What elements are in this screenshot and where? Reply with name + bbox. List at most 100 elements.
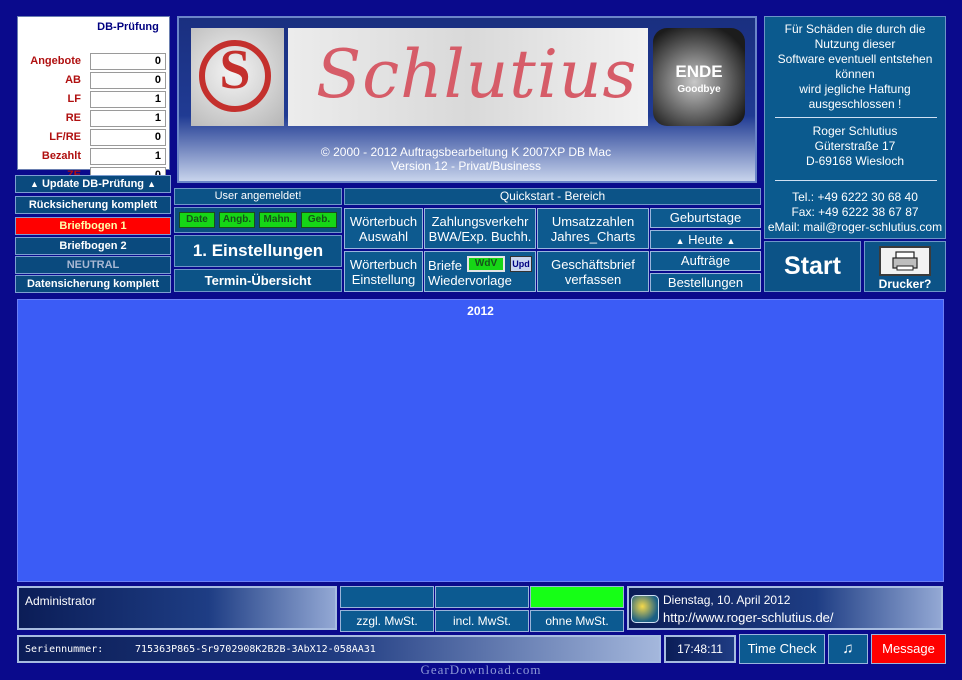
- zzgl-mwst-field[interactable]: zzgl. MwSt.: [340, 586, 434, 632]
- disclaimer-line: Nutzung dieser: [814, 37, 896, 51]
- db-row-bezahlt: Bezahlt 1: [18, 148, 171, 166]
- zahlungsverkehr-line: Zahlungsverkehr: [431, 214, 529, 229]
- logo-letter: S: [219, 39, 251, 101]
- woerterbuch-auswahl-button[interactable]: Wörterbuch Auswahl: [344, 208, 423, 249]
- wiedervorlage-label: Wiedervorlage: [428, 273, 512, 288]
- info-panel: Für Schäden die durch die Nutzung dieser…: [764, 16, 946, 239]
- arrow-up-icon: ▲: [675, 236, 685, 246]
- speaker-icon: ♫: [842, 640, 854, 657]
- disclaimer-line: können: [835, 67, 875, 81]
- briefbogen-2-button[interactable]: Briefbogen 2: [15, 237, 171, 255]
- copyright-text: © 2000 - 2012 Auftragsbearbeitung K 2007…: [181, 145, 751, 173]
- geschaeftsbrief-line: Geschäftsbrief: [551, 257, 635, 272]
- db-row-value: 0: [90, 129, 166, 146]
- geschaeftsbrief-button[interactable]: Geschäftsbrief verfassen: [537, 251, 649, 292]
- db-row-lf-re: LF/RE 0: [18, 129, 171, 147]
- main-area[interactable]: 2012: [17, 299, 944, 582]
- upd-button[interactable]: Upd: [510, 256, 532, 272]
- divider: [775, 117, 937, 118]
- ohne-mwst-label[interactable]: ohne MwSt.: [530, 610, 624, 632]
- datensicherung-button[interactable]: Datensicherung komplett: [15, 275, 171, 293]
- woerterbuch-einstellung-button[interactable]: Wörterbuch Einstellung: [344, 251, 423, 292]
- clock: 17:48:11: [664, 635, 736, 663]
- db-row-value: 1: [90, 110, 166, 127]
- db-row-label: Angebote: [30, 55, 81, 67]
- copyright-line-2: Version 12 - Privat/Business: [390, 159, 542, 173]
- date-text: Dienstag, 10. April 2012: [663, 593, 791, 607]
- address-text: Roger Schlutius Güterstraße 17 D-69168 W…: [765, 124, 945, 169]
- angebote-indicator[interactable]: Angb.: [219, 212, 255, 228]
- db-row-value: 0: [90, 53, 166, 70]
- disclaimer-line: Für Schäden die durch die: [784, 22, 926, 36]
- arrow-up-icon: ▲: [726, 236, 736, 246]
- phone-line: Tel.: +49 6222 30 68 40: [792, 190, 918, 204]
- disclaimer-line: ausgeschlossen !: [808, 97, 902, 111]
- start-button[interactable]: Start: [764, 241, 861, 292]
- db-row-value: 1: [90, 148, 166, 165]
- umsatzzahlen-line: Umsatzzahlen: [551, 214, 635, 229]
- bestellungen-button[interactable]: Bestellungen: [650, 273, 761, 292]
- wordmark-text: Schlutius: [316, 36, 638, 113]
- date-url-field: Dienstag, 10. April 2012 http://www.roge…: [627, 586, 943, 630]
- geburtstag-indicator[interactable]: Geb.: [301, 212, 337, 228]
- drucker-button[interactable]: Drucker?: [864, 241, 946, 292]
- year-label: 2012: [467, 304, 494, 318]
- db-row-label: LF/RE: [49, 131, 81, 143]
- heute-button[interactable]: ▲ Heute ▲: [650, 230, 761, 249]
- termin-uebersicht-button[interactable]: Termin-Übersicht: [174, 269, 342, 292]
- email-link[interactable]: eMail: mail@roger-schlutius.com: [761, 220, 949, 235]
- ruecksicherung-button[interactable]: Rücksicherung komplett: [15, 196, 171, 214]
- umsatzzahlen-line: Jahres_Charts: [550, 229, 636, 244]
- umsatzzahlen-button[interactable]: Umsatzzahlen Jahres_Charts: [537, 208, 649, 249]
- geburtstage-button[interactable]: Geburtstage: [650, 208, 761, 228]
- address-line: Güterstraße 17: [814, 139, 896, 153]
- einstellungen-button[interactable]: 1. Einstellungen: [174, 235, 342, 267]
- incl-mwst-label[interactable]: incl. MwSt.: [435, 610, 529, 632]
- drucker-label: Drucker?: [878, 277, 932, 291]
- db-row-lf: LF 1: [18, 91, 171, 109]
- ohne-mwst-value[interactable]: [530, 586, 624, 608]
- neutral-button[interactable]: NEUTRAL: [15, 256, 171, 274]
- disclaimer-line: wird jegliche Haftung: [799, 82, 911, 96]
- zzgl-mwst-value[interactable]: [340, 586, 434, 608]
- auftraege-button[interactable]: Aufträge: [650, 251, 761, 271]
- fax-line: Fax: +49 6222 38 67 87: [791, 205, 919, 219]
- sound-button[interactable]: ♫: [828, 634, 868, 664]
- briefe-wiedervorlage-button[interactable]: Briefe WdV Upd Wiedervorlage: [424, 251, 536, 292]
- ohne-mwst-field[interactable]: ohne MwSt.: [530, 586, 624, 632]
- db-pruefung-panel: DB-Prüfung Angebote 0 AB 0 LF 1 RE 1 LF/RE 0 …: [17, 16, 171, 184]
- disclaimer-line: Software eventuell entstehen: [777, 52, 933, 66]
- message-button[interactable]: Message: [871, 634, 946, 664]
- user-name: Administrator: [25, 594, 96, 608]
- woerterbuch-einstellung-line: Einstellung: [351, 272, 416, 287]
- website-link[interactable]: http://www.roger-schlutius.de/: [663, 610, 834, 625]
- zzgl-mwst-label[interactable]: zzgl. MwSt.: [340, 610, 434, 632]
- schlutius-logo: S: [191, 28, 284, 126]
- db-row-value: 0: [90, 72, 166, 89]
- address-line: Roger Schlutius: [812, 124, 898, 138]
- goodbye-label: Goodbye: [677, 84, 721, 95]
- db-row-angebote: Angebote 0: [18, 53, 171, 71]
- incl-mwst-field[interactable]: incl. MwSt.: [435, 586, 529, 632]
- user-status: User angemeldet!: [174, 188, 342, 205]
- quickstart-header: Quickstart - Bereich: [344, 188, 761, 205]
- db-row-value: 1: [90, 91, 166, 108]
- briefbogen-1-button[interactable]: Briefbogen 1: [15, 217, 171, 235]
- db-row-ab: AB 0: [18, 72, 171, 90]
- mahnung-indicator[interactable]: Mahn.: [259, 212, 297, 228]
- woerterbuch-auswahl-line: Wörterbuch: [349, 214, 418, 229]
- time-check-button[interactable]: Time Check: [739, 634, 825, 664]
- printer-icon: [879, 246, 931, 276]
- contact-text: Tel.: +49 6222 30 68 40 Fax: +49 6222 38…: [761, 190, 949, 235]
- wdv-button[interactable]: WdV: [467, 256, 505, 272]
- ende-button[interactable]: ENDE Goodbye: [653, 28, 745, 126]
- db-row-label: LF: [67, 93, 81, 105]
- zahlungsverkehr-button[interactable]: Zahlungsverkehr BWA/Exp. Buchh.: [424, 208, 536, 249]
- woerterbuch-einstellung-line: Wörterbuch: [349, 257, 418, 272]
- briefe-label: Briefe: [428, 258, 462, 273]
- incl-mwst-value[interactable]: [435, 586, 529, 608]
- user-field: Administrator: [17, 586, 337, 630]
- update-db-pruefung-button[interactable]: ▲ Update DB-Prüfung ▲: [15, 175, 171, 193]
- date-indicator[interactable]: Date: [179, 212, 215, 228]
- schlutius-wordmark: Schlutius: [288, 28, 648, 126]
